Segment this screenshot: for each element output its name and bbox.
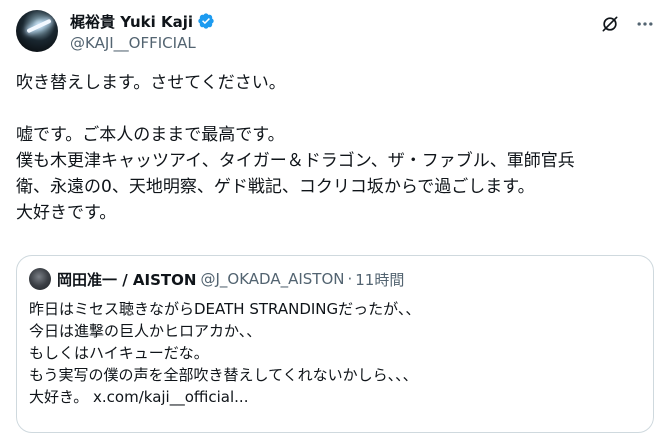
quote-line: 今日は進撃の巨人かヒロアカか、、: [29, 322, 262, 340]
tweet-line: 僕も木更津キャッツアイ、タイガー＆ドラゴン、ザ・ファブル、軍師官兵: [16, 151, 575, 171]
quote-line-last: 大好き。 x.com/kaji__official...: [29, 386, 641, 408]
display-name-row: 梶裕貴 Yuki Kaji: [70, 11, 215, 31]
quote-avatar: [29, 268, 51, 290]
quote-header: 岡田准一 / AISTON @J_OKADA_AISTON · 11時間: [29, 268, 404, 290]
quote-line: もしくはハイキューだな。: [29, 344, 209, 362]
tweet-line: 衛、永遠の0、天地明察、ゲド戦記、コクリコ坂からで過ごします。: [16, 177, 535, 197]
tweet: 梶裕貴 Yuki Kaji @KAJI__OFFICIAL 吹き替えします。させ…: [0, 0, 670, 447]
tweet-header: 梶裕貴 Yuki Kaji @KAJI__OFFICIAL: [16, 8, 656, 56]
tweet-text: 吹き替えします。させてください。 嘘です。ご本人のままで最高です。 僕も木更津キ…: [16, 70, 656, 226]
quoted-tweet[interactable]: 岡田准一 / AISTON @J_OKADA_AISTON · 11時間 昨日は…: [16, 255, 654, 433]
tweet-line: 嘘です。ご本人のままで最高です。: [16, 125, 285, 145]
tweet-line: 大好きです。: [16, 203, 117, 223]
quote-line: 昨日はミセス聴きながらDEATH STRANDINGだったが、、: [29, 300, 421, 318]
author-info: 梶裕貴 Yuki Kaji @KAJI__OFFICIAL: [70, 11, 215, 52]
quote-timestamp: 11時間: [355, 270, 405, 289]
tweet-line-gap: [16, 96, 656, 122]
quote-link[interactable]: x.com/kaji__official...: [93, 388, 248, 406]
avatar[interactable]: [16, 10, 58, 52]
handle[interactable]: @KAJI__OFFICIAL: [70, 34, 215, 52]
verified-badge-icon: [198, 13, 214, 29]
quote-separator: ·: [347, 270, 353, 288]
grok-icon[interactable]: [600, 14, 620, 34]
quote-line: もう実写の僕の声を全部吹き替えしてくれないかしら、、、: [29, 366, 418, 384]
quote-display-name: 岡田准一 / AISTON: [57, 270, 197, 289]
quote-line-text: 大好き。: [29, 388, 94, 406]
display-name[interactable]: 梶裕貴 Yuki Kaji: [70, 11, 193, 32]
quote-text: 昨日はミセス聴きながらDEATH STRANDINGだったが、、 今日は進撃の巨…: [29, 298, 641, 408]
tweet-line: 吹き替えします。させてください。: [16, 73, 286, 93]
quote-handle: @J_OKADA_AISTON: [200, 270, 345, 288]
more-icon[interactable]: [634, 14, 656, 34]
